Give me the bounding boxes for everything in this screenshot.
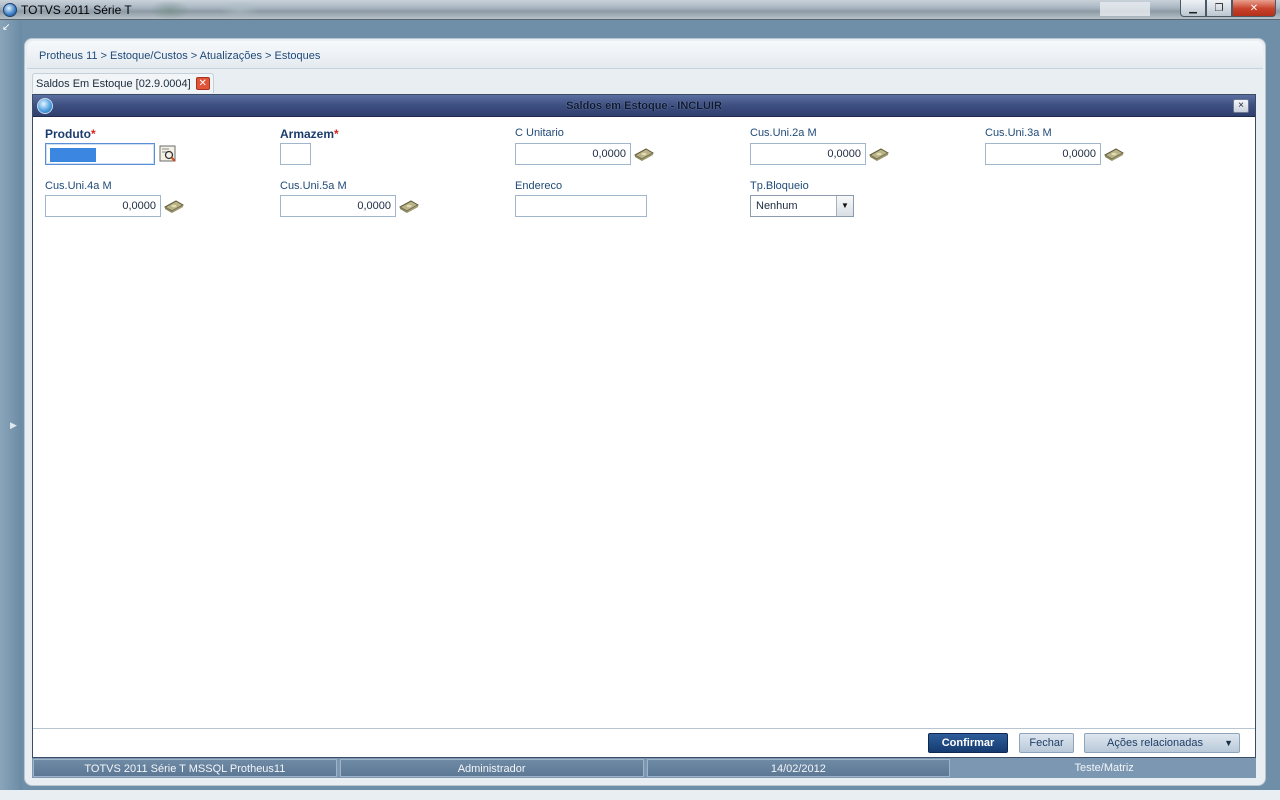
field-cus-uni-4a: Cus.Uni.4a M — [45, 180, 112, 195]
armazem-label: Armazem* — [280, 127, 339, 141]
dialog-button-bar: Confirmar Fechar Ações relacionadas ▼ — [33, 729, 1255, 757]
close-window-button[interactable]: ✕ — [1232, 0, 1276, 17]
window-titlebar: TOTVS 2011 Série T ▁ ❐ ✕ — [0, 0, 1280, 20]
dialog-header: Saldos em Estoque - INCLUIR × — [33, 95, 1255, 117]
selection-highlight — [50, 148, 96, 162]
confirmar-button[interactable]: Confirmar — [928, 733, 1008, 753]
background-decoration — [150, 0, 190, 20]
form-area: Produto* Armazem* C Unitario 0,0000 Cus.… — [33, 117, 1255, 729]
dialog-title: Saldos em Estoque - INCLUIR — [566, 100, 722, 112]
cus-uni-5a-input[interactable]: 0,0000 — [280, 195, 396, 217]
side-panel-pin-icon[interactable]: ↙ — [2, 22, 10, 33]
field-tp-bloqueio: Tp.Bloqueio — [750, 180, 809, 195]
maximize-button[interactable]: ❐ — [1206, 0, 1232, 17]
field-endereco: Endereco — [515, 180, 562, 195]
background-decoration — [220, 0, 260, 20]
window-controls: ▁ ❐ ✕ — [1180, 0, 1276, 17]
tp-bloqueio-label: Tp.Bloqueio — [750, 180, 809, 192]
dialog-close-button[interactable]: × — [1233, 99, 1249, 113]
field-armazem: Armazem* — [280, 127, 339, 142]
search-lookup-icon[interactable] — [159, 145, 177, 163]
fechar-button[interactable]: Fechar — [1019, 733, 1074, 753]
tp-bloqueio-value: Nenhum — [756, 200, 798, 212]
cus-uni-3a-label: Cus.Uni.3a M — [985, 127, 1052, 139]
chevron-down-icon: ▼ — [1224, 738, 1233, 748]
status-system: TOTVS 2011 Série T MSSQL Protheus11 — [33, 759, 337, 777]
cus-uni-2a-input[interactable]: 0,0000 — [750, 143, 866, 165]
cus-uni-5a-label: Cus.Uni.5a M — [280, 180, 347, 192]
app-logo-icon — [3, 3, 17, 17]
cus-uni-4a-input[interactable]: 0,0000 — [45, 195, 161, 217]
bottom-strip — [0, 790, 1280, 800]
cus-uni-2a-label: Cus.Uni.2a M — [750, 127, 817, 139]
produto-input[interactable] — [45, 143, 155, 165]
tab-saldos-em-estoque[interactable]: Saldos Em Estoque [02.9.0004] ✕ — [32, 73, 214, 93]
money-calculator-icon[interactable] — [1104, 147, 1124, 161]
c-unitario-label: C Unitario — [515, 127, 564, 139]
status-company: Teste/Matriz — [1074, 762, 1134, 774]
field-produto: Produto* — [45, 127, 96, 142]
cus-uni-3a-input[interactable]: 0,0000 — [985, 143, 1101, 165]
acoes-relacionadas-label: Ações relacionadas — [1107, 737, 1204, 749]
field-cus-uni-5a: Cus.Uni.5a M — [280, 180, 347, 195]
side-panel-strip: ↙ ▶ — [0, 20, 22, 800]
cus-uni-4a-label: Cus.Uni.4a M — [45, 180, 112, 192]
status-bar: TOTVS 2011 Série T MSSQL Protheus11 Admi… — [32, 758, 1256, 778]
endereco-label: Endereco — [515, 180, 563, 192]
acoes-relacionadas-button[interactable]: Ações relacionadas ▼ — [1084, 733, 1240, 753]
dialog-saldos-incluir: Saldos em Estoque - INCLUIR × Produto* A… — [32, 94, 1256, 758]
tab-label: Saldos Em Estoque [02.9.0004] — [36, 78, 191, 90]
money-calculator-icon[interactable] — [399, 199, 419, 213]
field-c-unitario: C Unitario — [515, 127, 564, 142]
side-panel-expand-icon[interactable]: ▶ — [10, 420, 20, 440]
tp-bloqueio-select[interactable]: Nenhum ▼ — [750, 195, 854, 217]
breadcrumb-bar: Protheus 11 > Estoque/Custos > Atualizaç… — [27, 41, 1263, 69]
c-unitario-input[interactable]: 0,0000 — [515, 143, 631, 165]
window-title: TOTVS 2011 Série T — [21, 3, 132, 17]
money-calculator-icon[interactable] — [869, 147, 889, 161]
chevron-down-icon[interactable]: ▼ — [836, 196, 853, 216]
produto-label: Produto* — [45, 127, 96, 141]
armazem-input[interactable] — [280, 143, 311, 165]
field-cus-uni-3a: Cus.Uni.3a M — [985, 127, 1052, 142]
endereco-input[interactable] — [515, 195, 647, 217]
breadcrumb[interactable]: Protheus 11 > Estoque/Custos > Atualizaç… — [39, 50, 320, 62]
status-date: 14/02/2012 — [646, 759, 951, 777]
money-calculator-icon[interactable] — [634, 147, 654, 161]
status-user: Administrador — [339, 759, 644, 777]
background-decoration — [1100, 2, 1150, 16]
money-calculator-icon[interactable] — [164, 199, 184, 213]
minimize-button[interactable]: ▁ — [1180, 0, 1206, 17]
tab-close-icon[interactable]: ✕ — [195, 77, 210, 90]
field-cus-uni-2a: Cus.Uni.2a M — [750, 127, 817, 142]
